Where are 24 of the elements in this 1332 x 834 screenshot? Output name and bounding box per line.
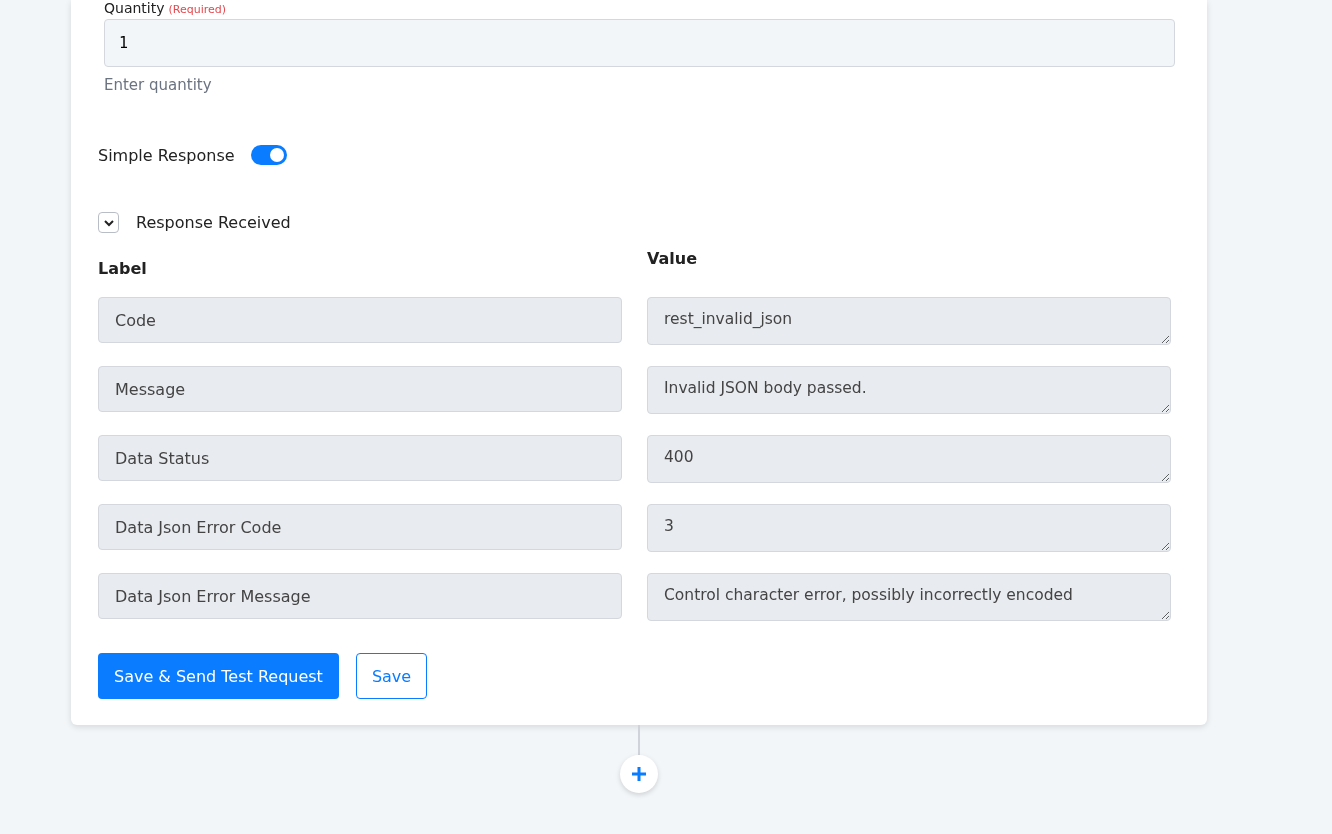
quantity-field[interactable]: 1 [104, 19, 1175, 67]
label-field[interactable]: Data Json Error Message [98, 573, 622, 619]
label-field[interactable]: Data Status [98, 435, 622, 481]
column-header: Value [647, 249, 699, 270]
plus-icon [630, 765, 648, 783]
toggle-switch[interactable] [250, 145, 287, 165]
value-field[interactable]: 400 [647, 435, 1171, 483]
value-field[interactable]: rest_invalid_json [647, 297, 1171, 345]
field-hint: Enter quantity [104, 76, 213, 94]
toggle-label: Simple Response [98, 145, 235, 165]
value-field[interactable]: Control character error, possibly incorrectly encoded [647, 573, 1171, 621]
label-field[interactable]: Data Json Error Code [98, 504, 622, 550]
save-send-button[interactable]: Save & Send Test Request [98, 653, 339, 699]
field-label: Quantity [104, 0, 165, 16]
label-field[interactable]: Message [98, 366, 622, 412]
section-title: Response Received [136, 213, 291, 232]
value-field[interactable]: Invalid JSON body passed. [647, 366, 1171, 414]
label-field[interactable]: Code [98, 297, 622, 343]
collapse-button[interactable] [98, 212, 119, 233]
value-field[interactable]: 3 [647, 504, 1171, 552]
save-button[interactable]: Save [355, 653, 428, 699]
required-note: (Required) [168, 3, 227, 16]
add-step-button[interactable] [620, 755, 658, 793]
column-header: Label [98, 258, 148, 278]
